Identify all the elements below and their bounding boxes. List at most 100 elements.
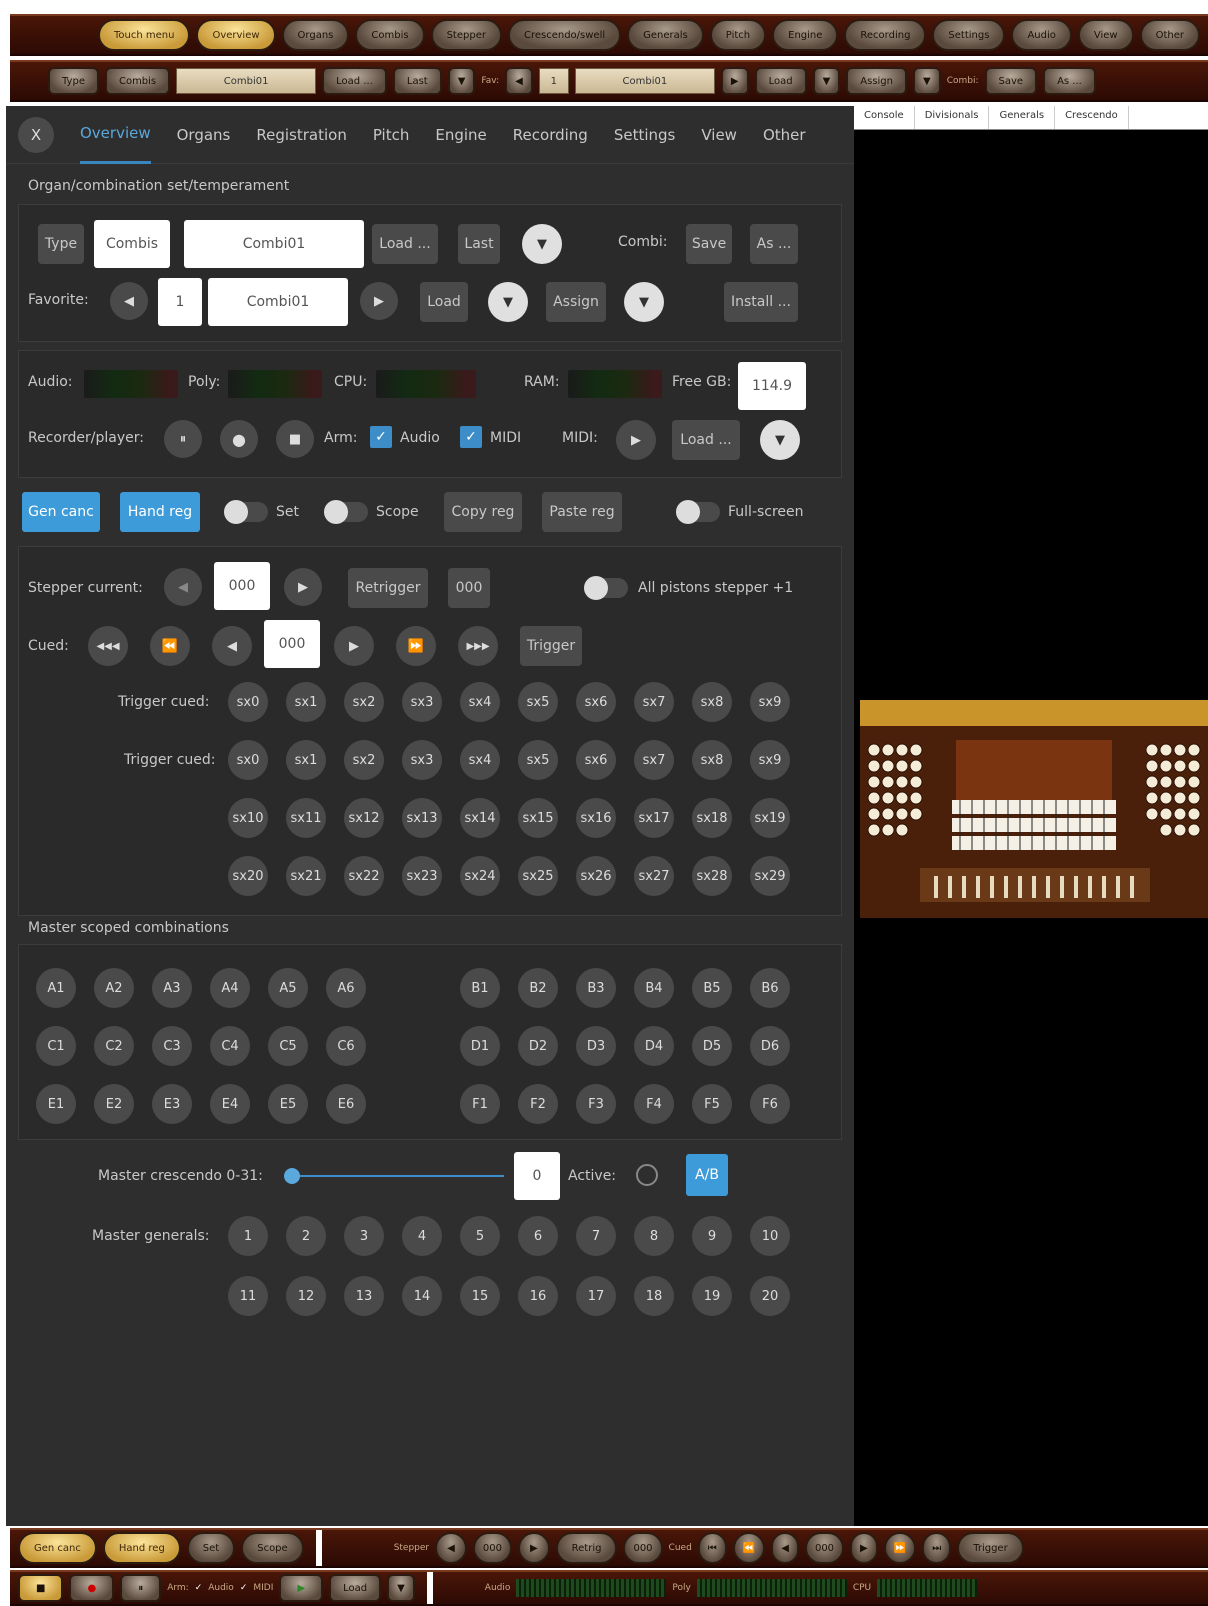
trigger-cued-button-sx0[interactable]: sx0 — [228, 740, 268, 780]
scoped-combi-button-e3[interactable]: E3 — [152, 1084, 192, 1124]
scoped-combi-button-b5[interactable]: B5 — [692, 968, 732, 1008]
trigger-cued-button-sx10[interactable]: sx10 — [228, 798, 268, 838]
trigger-cued-button-sx25[interactable]: sx25 — [518, 856, 558, 896]
chevron-down-icon[interactable]: ▼ — [812, 67, 841, 95]
chevron-down-icon[interactable]: ▼ — [522, 224, 562, 264]
chevron-down-icon[interactable]: ▼ — [760, 420, 800, 460]
pause-icon[interactable]: ⏸ — [120, 1574, 162, 1602]
combis-button[interactable]: Combis — [355, 19, 425, 51]
trigger-cued-button-sx5[interactable]: sx5 — [518, 682, 558, 722]
tab-settings[interactable]: Settings — [614, 106, 676, 164]
trigger-cued-button-sx22[interactable]: sx22 — [344, 856, 384, 896]
midi-check-icon[interactable]: ✓ — [240, 1583, 248, 1593]
load-button[interactable]: Load ... — [322, 67, 387, 95]
scoped-combi-button-f1[interactable]: F1 — [460, 1084, 500, 1124]
trigger-cued-button-sx23[interactable]: sx23 — [402, 856, 442, 896]
scoped-combi-button-e5[interactable]: E5 — [268, 1084, 308, 1124]
scoped-combi-button-e2[interactable]: E2 — [94, 1084, 134, 1124]
assign-button[interactable]: Assign — [846, 67, 907, 95]
trigger-cued-button-sx6[interactable]: sx6 — [576, 740, 616, 780]
trigger-cued-button-sx27[interactable]: sx27 — [634, 856, 674, 896]
trigger-cued-button-sx9[interactable]: sx9 — [750, 682, 790, 722]
scoped-combi-button-d6[interactable]: D6 — [750, 1026, 790, 1066]
next-icon[interactable]: ▶ — [720, 67, 749, 95]
scoped-combi-button-b3[interactable]: B3 — [576, 968, 616, 1008]
tab-view[interactable]: View — [701, 106, 737, 164]
scoped-combi-button-d5[interactable]: D5 — [692, 1026, 732, 1066]
trigger-cued-button-sx20[interactable]: sx20 — [228, 856, 268, 896]
cued-rewind-icon[interactable]: ⏪ — [150, 626, 190, 666]
play-icon[interactable]: ▶ — [279, 1574, 324, 1602]
ab-button[interactable]: A/B — [686, 1154, 728, 1196]
cued-prev-icon[interactable]: ◀ — [771, 1532, 799, 1564]
chevron-down-icon[interactable]: ▼ — [624, 282, 664, 322]
tab-crescendo[interactable]: Crescendo — [1055, 106, 1129, 129]
save-button[interactable]: Save — [686, 224, 732, 264]
scoped-combi-button-d2[interactable]: D2 — [518, 1026, 558, 1066]
combi-name-field[interactable]: Combi01 — [184, 220, 364, 268]
general-button-11[interactable]: 11 — [228, 1276, 268, 1316]
set-toggle[interactable] — [224, 500, 268, 524]
stepper-next-icon[interactable]: ▶ — [284, 568, 322, 606]
trigger-button[interactable]: Trigger — [520, 626, 582, 666]
trigger-cued-button-sx4[interactable]: sx4 — [460, 740, 500, 780]
view-button[interactable]: View — [1077, 19, 1134, 51]
favorite-number[interactable]: 1 — [158, 278, 202, 326]
crescendo-value[interactable]: 0 — [514, 1152, 560, 1200]
trigger-cued-button-sx4[interactable]: sx4 — [460, 682, 500, 722]
settings-button[interactable]: Settings — [932, 19, 1006, 51]
close-icon[interactable]: X — [18, 116, 54, 153]
general-button-12[interactable]: 12 — [286, 1276, 326, 1316]
scoped-combi-button-d4[interactable]: D4 — [634, 1026, 674, 1066]
trigger-cued-button-sx19[interactable]: sx19 — [750, 798, 790, 838]
scoped-combi-button-f2[interactable]: F2 — [518, 1084, 558, 1124]
crescendo-slider[interactable] — [284, 1168, 504, 1184]
trigger-cued-button-sx3[interactable]: sx3 — [402, 682, 442, 722]
active-radio[interactable] — [636, 1164, 658, 1186]
prev-icon[interactable]: ◀ — [505, 67, 533, 95]
cued-prev-icon[interactable]: ◀ — [212, 626, 252, 666]
touch-menu-button[interactable]: Touch menu — [98, 19, 191, 51]
scoped-combi-button-c4[interactable]: C4 — [210, 1026, 250, 1066]
assign-button[interactable]: Assign — [546, 282, 606, 322]
scoped-combi-button-c3[interactable]: C3 — [152, 1026, 192, 1066]
scoped-combi-button-a1[interactable]: A1 — [36, 968, 76, 1008]
scoped-combi-button-f4[interactable]: F4 — [634, 1084, 674, 1124]
general-button-10[interactable]: 10 — [750, 1216, 790, 1256]
trigger-cued-button-sx7[interactable]: sx7 — [634, 682, 674, 722]
scoped-combi-button-d1[interactable]: D1 — [460, 1026, 500, 1066]
install-button[interactable]: Install ... — [724, 282, 798, 322]
type-button[interactable]: Type — [38, 224, 84, 264]
load-button[interactable]: Load — [329, 1574, 382, 1602]
stepper-prev-icon[interactable]: ◀ — [435, 1532, 467, 1564]
midi-checkbox[interactable]: ✓ — [460, 426, 482, 448]
scoped-combi-button-f5[interactable]: F5 — [692, 1084, 732, 1124]
scoped-combi-button-b1[interactable]: B1 — [460, 968, 500, 1008]
type-button[interactable]: Type — [48, 67, 99, 95]
combis-field[interactable]: Combis — [94, 220, 170, 268]
scoped-combi-button-c1[interactable]: C1 — [36, 1026, 76, 1066]
scoped-combi-button-f3[interactable]: F3 — [576, 1084, 616, 1124]
record-icon[interactable]: ● — [69, 1574, 115, 1602]
copy-reg-button[interactable]: Copy reg — [444, 492, 522, 532]
overview-button[interactable]: Overview — [196, 19, 276, 51]
tab-console[interactable]: Console — [854, 106, 915, 129]
trigger-cued-button-sx15[interactable]: sx15 — [518, 798, 558, 838]
stepper-next-icon[interactable]: ▶ — [517, 1532, 550, 1564]
trigger-cued-button-sx13[interactable]: sx13 — [402, 798, 442, 838]
general-button-4[interactable]: 4 — [402, 1216, 442, 1256]
trigger-cued-button-sx28[interactable]: sx28 — [692, 856, 732, 896]
next-favorite-icon[interactable]: ▶ — [360, 282, 398, 320]
trigger-cued-button-sx8[interactable]: sx8 — [692, 682, 732, 722]
recording-button[interactable]: Recording — [844, 19, 927, 51]
record-icon[interactable]: ● — [220, 420, 258, 458]
load-favorite-button[interactable]: Load — [420, 282, 468, 322]
trigger-cued-button-sx2[interactable]: sx2 — [344, 740, 384, 780]
scoped-combi-button-b6[interactable]: B6 — [750, 968, 790, 1008]
tab-divisionals[interactable]: Divisionals — [915, 106, 990, 129]
tab-engine[interactable]: Engine — [435, 106, 486, 164]
pitch-button[interactable]: Pitch — [709, 19, 767, 51]
cued-forward-icon[interactable]: ⏩ — [883, 1532, 917, 1564]
trigger-cued-button-sx12[interactable]: sx12 — [344, 798, 384, 838]
hand-reg-button[interactable]: Hand reg — [120, 492, 200, 532]
